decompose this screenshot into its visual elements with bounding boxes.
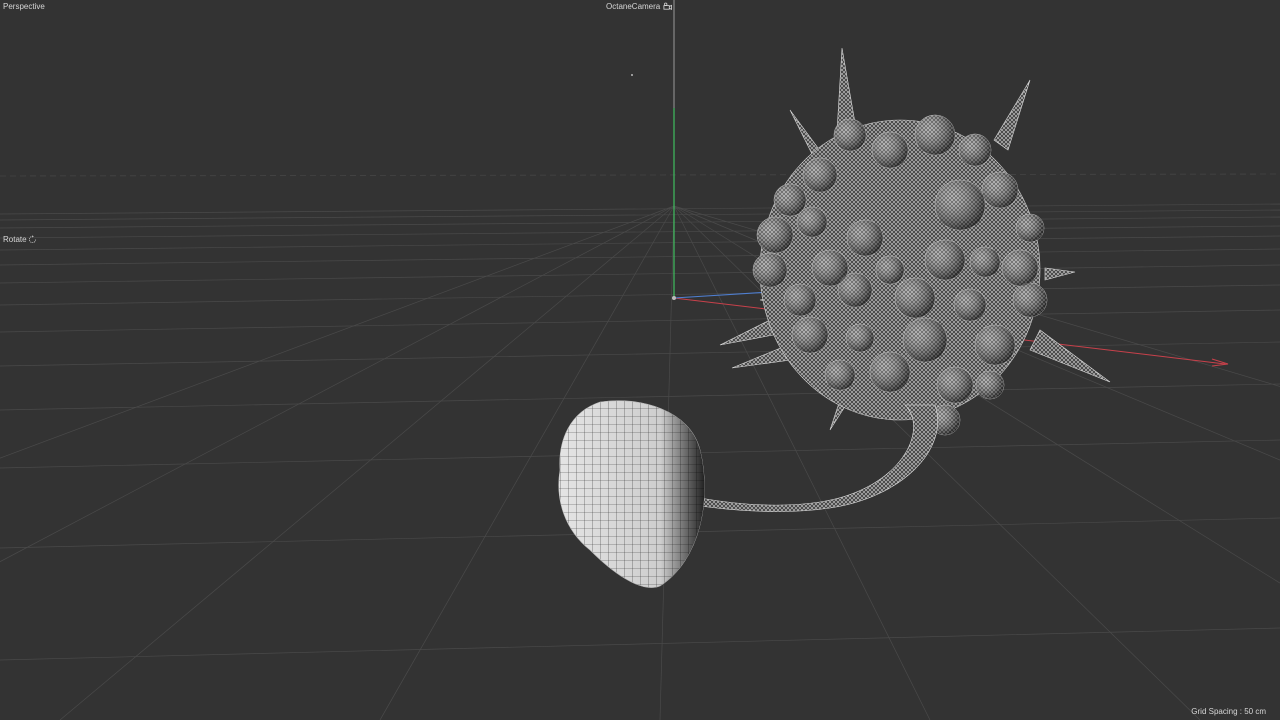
z-axis-line xyxy=(673,291,771,299)
camera-lock-icon[interactable] xyxy=(663,2,672,11)
horizon-line xyxy=(0,173,1280,177)
nav-mode-label: Rotate xyxy=(3,235,27,244)
viewport-scene[interactable] xyxy=(0,0,1280,720)
grid-spacing-readout: Grid Spacing : 50 cm xyxy=(1191,707,1266,716)
tail-object[interactable] xyxy=(699,404,938,512)
rotate-icon xyxy=(28,235,37,244)
spiky-sphere-object[interactable] xyxy=(719,47,1111,436)
view-name-label[interactable]: Perspective xyxy=(3,2,45,12)
rock-object[interactable] xyxy=(558,400,705,588)
3d-viewport[interactable]: Perspective OctaneCamera Rotate Grid Spa… xyxy=(0,0,1280,720)
camera-name-label[interactable]: OctaneCamera xyxy=(606,2,660,12)
camera-target-dot xyxy=(631,74,633,76)
